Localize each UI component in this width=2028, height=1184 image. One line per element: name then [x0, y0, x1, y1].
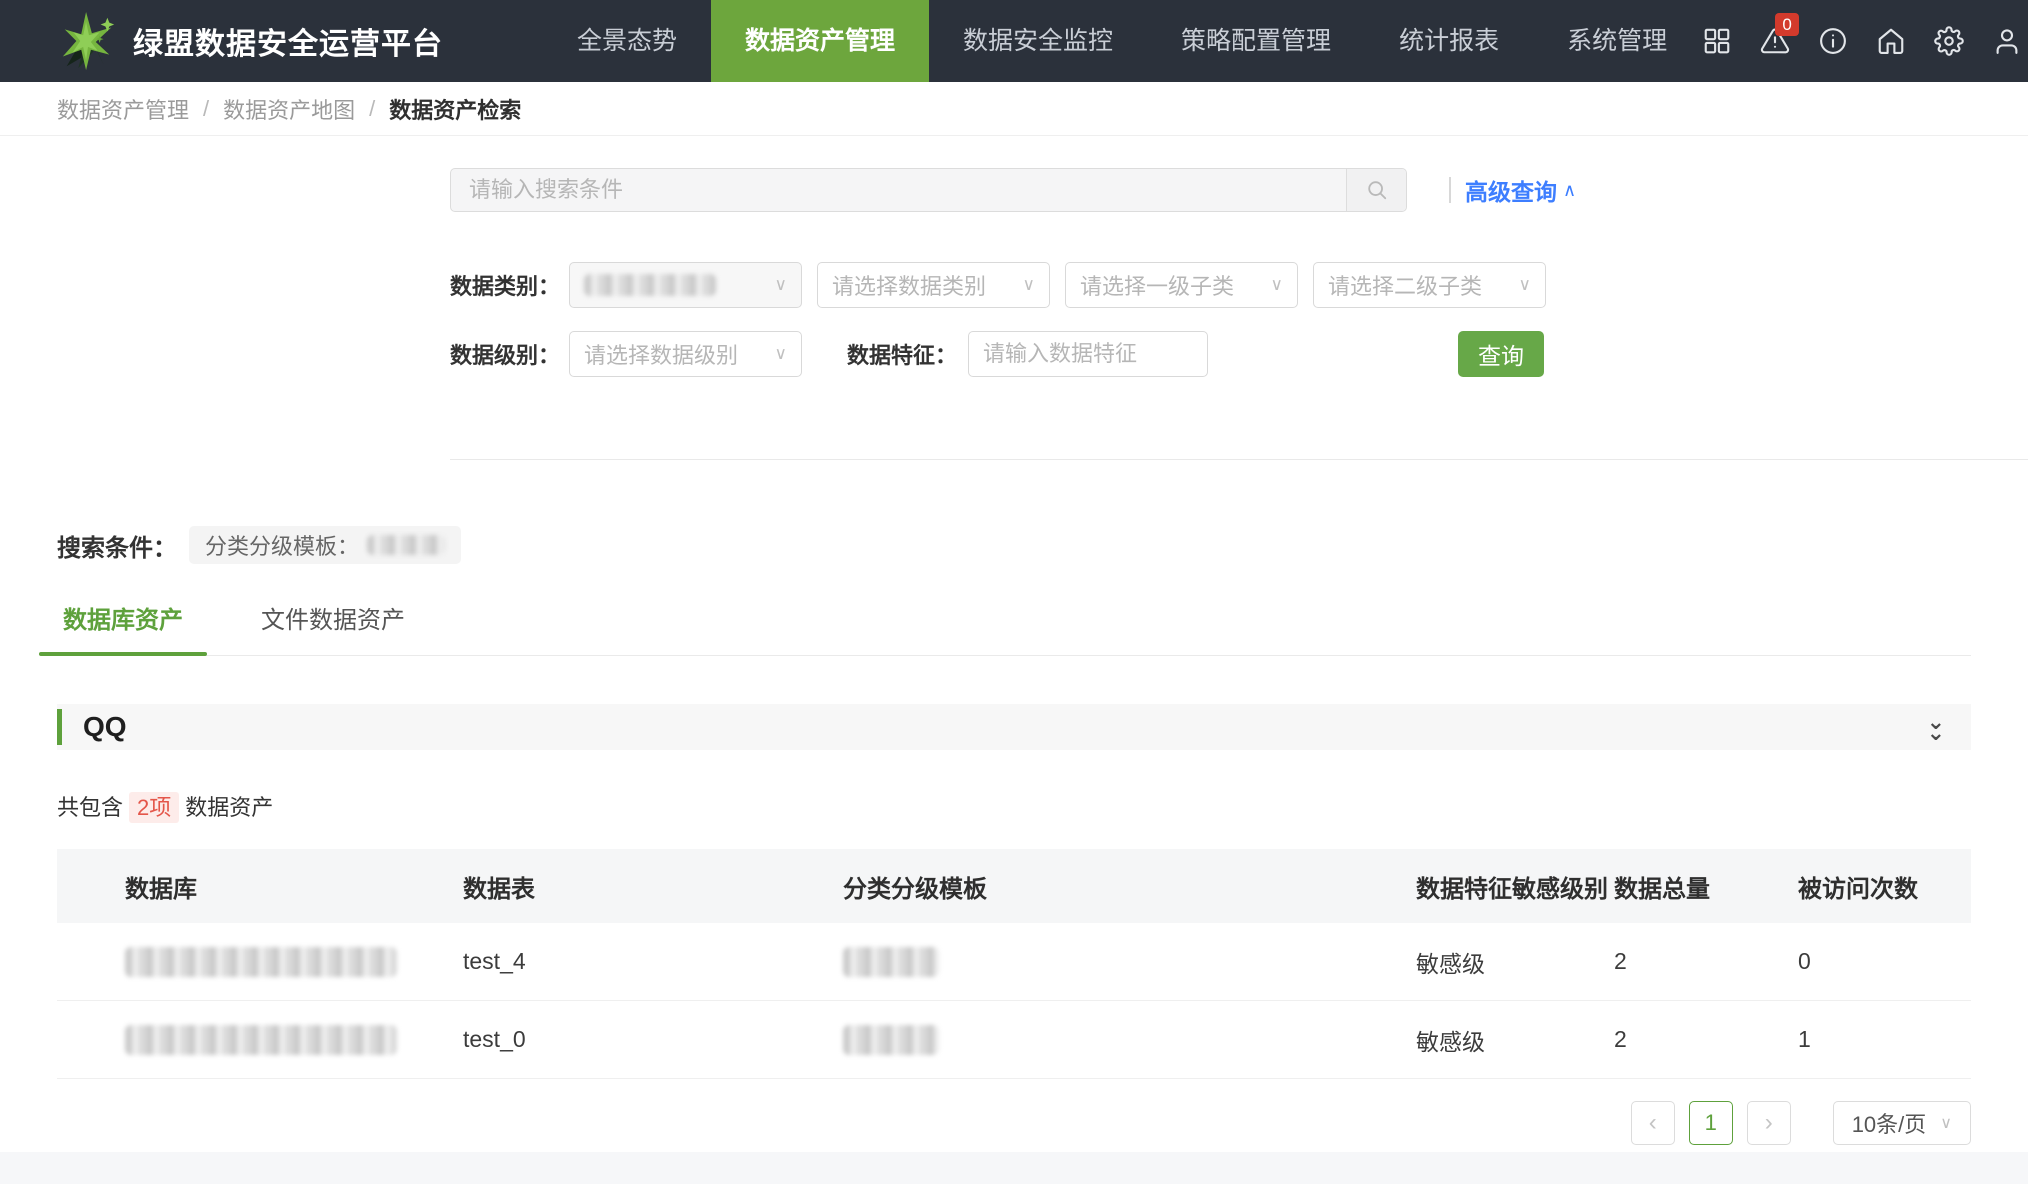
- asset-tabs: 数据库资产 文件数据资产: [57, 600, 1971, 656]
- tab-database-assets[interactable]: 数据库资产: [57, 600, 189, 655]
- alert-triangle-icon[interactable]: 0: [1759, 26, 1790, 57]
- app-title: 绿盟数据安全运营平台: [133, 19, 443, 63]
- nav-statistics-report[interactable]: 统计报表: [1365, 0, 1533, 82]
- cell-visits: 0: [1798, 948, 1971, 975]
- chevron-down-icon: ∨: [1940, 1113, 1952, 1133]
- breadcrumb-item-1[interactable]: 数据资产管理: [57, 93, 189, 125]
- divider: [1449, 177, 1451, 203]
- breadcrumb: 数据资产管理 / 数据资产地图 / 数据资产检索: [0, 82, 2028, 136]
- subcategory-level2-select[interactable]: 请选择二级子类 ∨: [1313, 262, 1546, 308]
- navbar-icons: 0: [1701, 26, 2022, 57]
- redacted-database-name: [125, 947, 397, 977]
- breadcrumb-separator: /: [203, 96, 209, 122]
- table-row[interactable]: test_4 敏感级 2 0: [57, 923, 1971, 1001]
- results-section: 搜索条件： 分类分级模板： 数据库资产 文件数据资产 QQ ⌄⌄ 共包含2项数据…: [0, 526, 2028, 1145]
- query-button[interactable]: 查询: [1458, 331, 1544, 377]
- feature-filter-label: 数据特征：: [847, 338, 957, 370]
- col-template: 分类分级模板: [843, 869, 1416, 904]
- chevron-down-icon: ∨: [1519, 275, 1531, 295]
- search-box: [450, 168, 1407, 212]
- col-sensitivity: 数据特征敏感级别: [1416, 869, 1614, 904]
- data-feature-input[interactable]: [968, 331, 1208, 377]
- cell-total: 2: [1614, 1026, 1798, 1053]
- main-nav: 全景态势 数据资产管理 数据安全监控 策略配置管理 统计报表 系统管理: [543, 0, 1701, 82]
- assets-table: 数据库 数据表 分类分级模板 数据特征敏感级别 数据总量 被访问次数 test_…: [57, 849, 1971, 1079]
- data-category-select[interactable]: 请选择数据类别 ∨: [817, 262, 1050, 308]
- home-icon[interactable]: [1875, 26, 1906, 57]
- info-icon[interactable]: [1817, 26, 1848, 57]
- search-input[interactable]: [451, 169, 1346, 211]
- col-database: 数据库: [57, 869, 463, 904]
- level-filter-label: 数据级别：: [450, 338, 558, 370]
- nav-system-management[interactable]: 系统管理: [1533, 0, 1701, 82]
- advanced-query-link[interactable]: 高级查询 ∧: [1465, 173, 1576, 207]
- count-badge: 2项: [129, 792, 179, 823]
- col-total: 数据总量: [1614, 869, 1798, 904]
- page-1-button[interactable]: 1: [1689, 1101, 1733, 1145]
- table-header-row: 数据库 数据表 分类分级模板 数据特征敏感级别 数据总量 被访问次数: [57, 849, 1971, 923]
- footer-strip: [0, 1152, 2028, 1184]
- chevron-down-icon: ∨: [1023, 275, 1035, 295]
- search-panel: 高级查询 ∧ 数据类别： ∨ 请选择数据类别 ∨ 请选择一级子类 ∨ 请选择二级…: [0, 136, 2028, 460]
- prev-page-button[interactable]: ‹: [1631, 1101, 1675, 1145]
- section-divider: [450, 459, 2028, 460]
- condition-tag: 分类分级模板：: [189, 526, 461, 564]
- cell-table-name: test_4: [463, 948, 843, 975]
- user-icon[interactable]: [1991, 26, 2022, 57]
- col-table: 数据表: [463, 869, 843, 904]
- alert-count-badge: 0: [1775, 13, 1799, 36]
- search-button[interactable]: [1346, 169, 1406, 211]
- cell-visits: 1: [1798, 1026, 1971, 1053]
- apps-grid-icon[interactable]: [1701, 26, 1732, 57]
- top-navbar: 绿盟数据安全运营平台 全景态势 数据资产管理 数据安全监控 策略配置管理 统计报…: [0, 0, 2028, 82]
- col-visits: 被访问次数: [1798, 869, 1971, 904]
- breadcrumb-item-2[interactable]: 数据资产地图: [223, 93, 355, 125]
- cell-sensitivity: 敏感级: [1416, 945, 1614, 979]
- category-filter-label: 数据类别：: [450, 269, 558, 301]
- redacted-template-name: [843, 947, 939, 977]
- cell-sensitivity: 敏感级: [1416, 1023, 1614, 1057]
- asset-group-header: QQ ⌄⌄: [57, 704, 1971, 750]
- subcategory-level1-select[interactable]: 请选择一级子类 ∨: [1065, 262, 1298, 308]
- brand-logo-icon: [57, 10, 119, 72]
- group-title: QQ: [83, 711, 127, 743]
- table-row[interactable]: test_0 敏感级 2 1: [57, 1001, 1971, 1079]
- chevron-down-icon: ∨: [775, 344, 787, 364]
- template-select[interactable]: ∨: [569, 262, 802, 308]
- nav-panorama[interactable]: 全景态势: [543, 0, 711, 82]
- redacted-template-name: [843, 1025, 939, 1055]
- settings-gear-icon[interactable]: [1933, 26, 1964, 57]
- cell-table-name: test_0: [463, 1026, 843, 1053]
- data-level-select[interactable]: 请选择数据级别 ∨: [569, 331, 802, 377]
- nav-policy-config[interactable]: 策略配置管理: [1147, 0, 1365, 82]
- page-size-select[interactable]: 10条/页 ∨: [1833, 1101, 1971, 1145]
- chevron-down-icon: ∨: [1271, 275, 1283, 295]
- breadcrumb-separator: /: [369, 96, 375, 122]
- asset-count-line: 共包含2项数据资产: [57, 790, 1971, 822]
- redacted-database-name: [125, 1025, 397, 1055]
- redacted-selected-value: [584, 274, 716, 296]
- collapse-caret-icon: ∧: [1563, 180, 1576, 201]
- chevron-down-icon: ∨: [775, 275, 787, 295]
- nav-data-asset-management[interactable]: 数据资产管理: [711, 0, 929, 82]
- double-chevron-down-icon[interactable]: ⌄⌄: [1927, 716, 1945, 738]
- search-condition-label: 搜索条件：: [57, 528, 177, 563]
- redacted-template-name: [367, 535, 445, 555]
- pagination: ‹ 1 › 10条/页 ∨: [57, 1101, 1971, 1145]
- tab-file-assets[interactable]: 文件数据资产: [255, 600, 411, 655]
- search-icon: [1366, 179, 1388, 201]
- next-page-button[interactable]: ›: [1747, 1101, 1791, 1145]
- cell-total: 2: [1614, 948, 1798, 975]
- nav-data-security-monitor[interactable]: 数据安全监控: [929, 0, 1147, 82]
- breadcrumb-item-current: 数据资产检索: [389, 93, 521, 125]
